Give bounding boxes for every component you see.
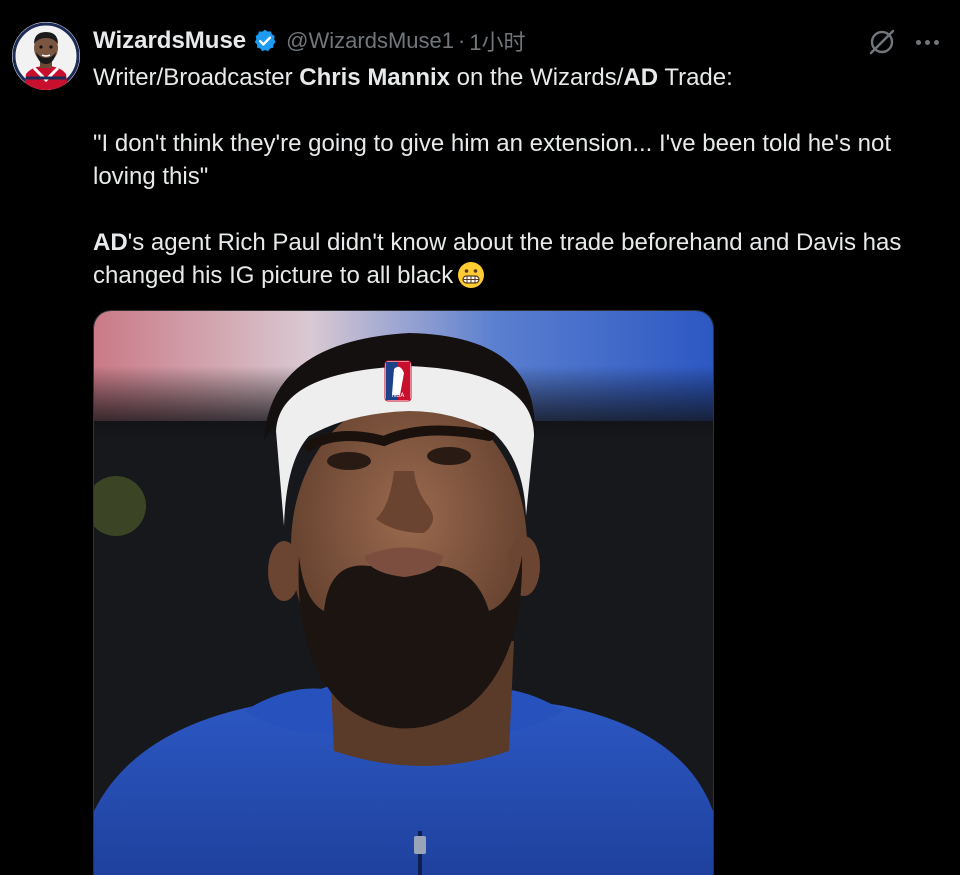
grok-icon[interactable] [866, 26, 898, 58]
user-handle[interactable]: @WizardsMuse1 [286, 28, 454, 54]
text-segment: Trade: [658, 64, 733, 91]
text-segment: 's agent Rich Paul didn't know about the… [93, 229, 902, 289]
tweet-header: WizardsMuse @WizardsMuse1 · 1小时 [93, 25, 526, 57]
more-dots-icon[interactable] [911, 26, 943, 58]
display-name[interactable]: WizardsMuse [93, 27, 246, 55]
verified-badge-icon [252, 28, 278, 54]
tweet-quote: "I don't think they're going to give him… [93, 130, 892, 190]
tweet-line-agent: AD's agent Rich Paul didn't know about t… [93, 226, 943, 292]
bold-name: AD [623, 64, 659, 91]
bold-name: AD [93, 229, 128, 256]
tweet-line-intro: Writer/Broadcaster Chris Mannix on the W… [93, 61, 943, 94]
player-photo: NBA [94, 311, 713, 875]
svg-text:NBA: NBA [392, 392, 406, 399]
cartoon-player-avatar-icon [12, 22, 80, 90]
tweet-text: Writer/Broadcaster Chris Mannix on the W… [93, 61, 943, 292]
tweet-photo[interactable]: NBA [93, 310, 714, 875]
bold-name: Chris Mannix [299, 64, 450, 91]
text-segment: on the Wizards/ [450, 64, 624, 91]
more-dot [933, 39, 939, 45]
text-segment: Writer/Broadcaster [93, 64, 300, 91]
timestamp[interactable]: 1小时 [469, 25, 525, 57]
more-dot [915, 39, 921, 45]
avatar[interactable] [12, 22, 80, 90]
tweet[interactable]: WizardsMuse @WizardsMuse1 · 1小时 Writer/B… [0, 0, 960, 875]
grimacing-face-emoji [457, 261, 485, 289]
more-dot [924, 39, 930, 45]
separator-dot: · [457, 28, 466, 53]
